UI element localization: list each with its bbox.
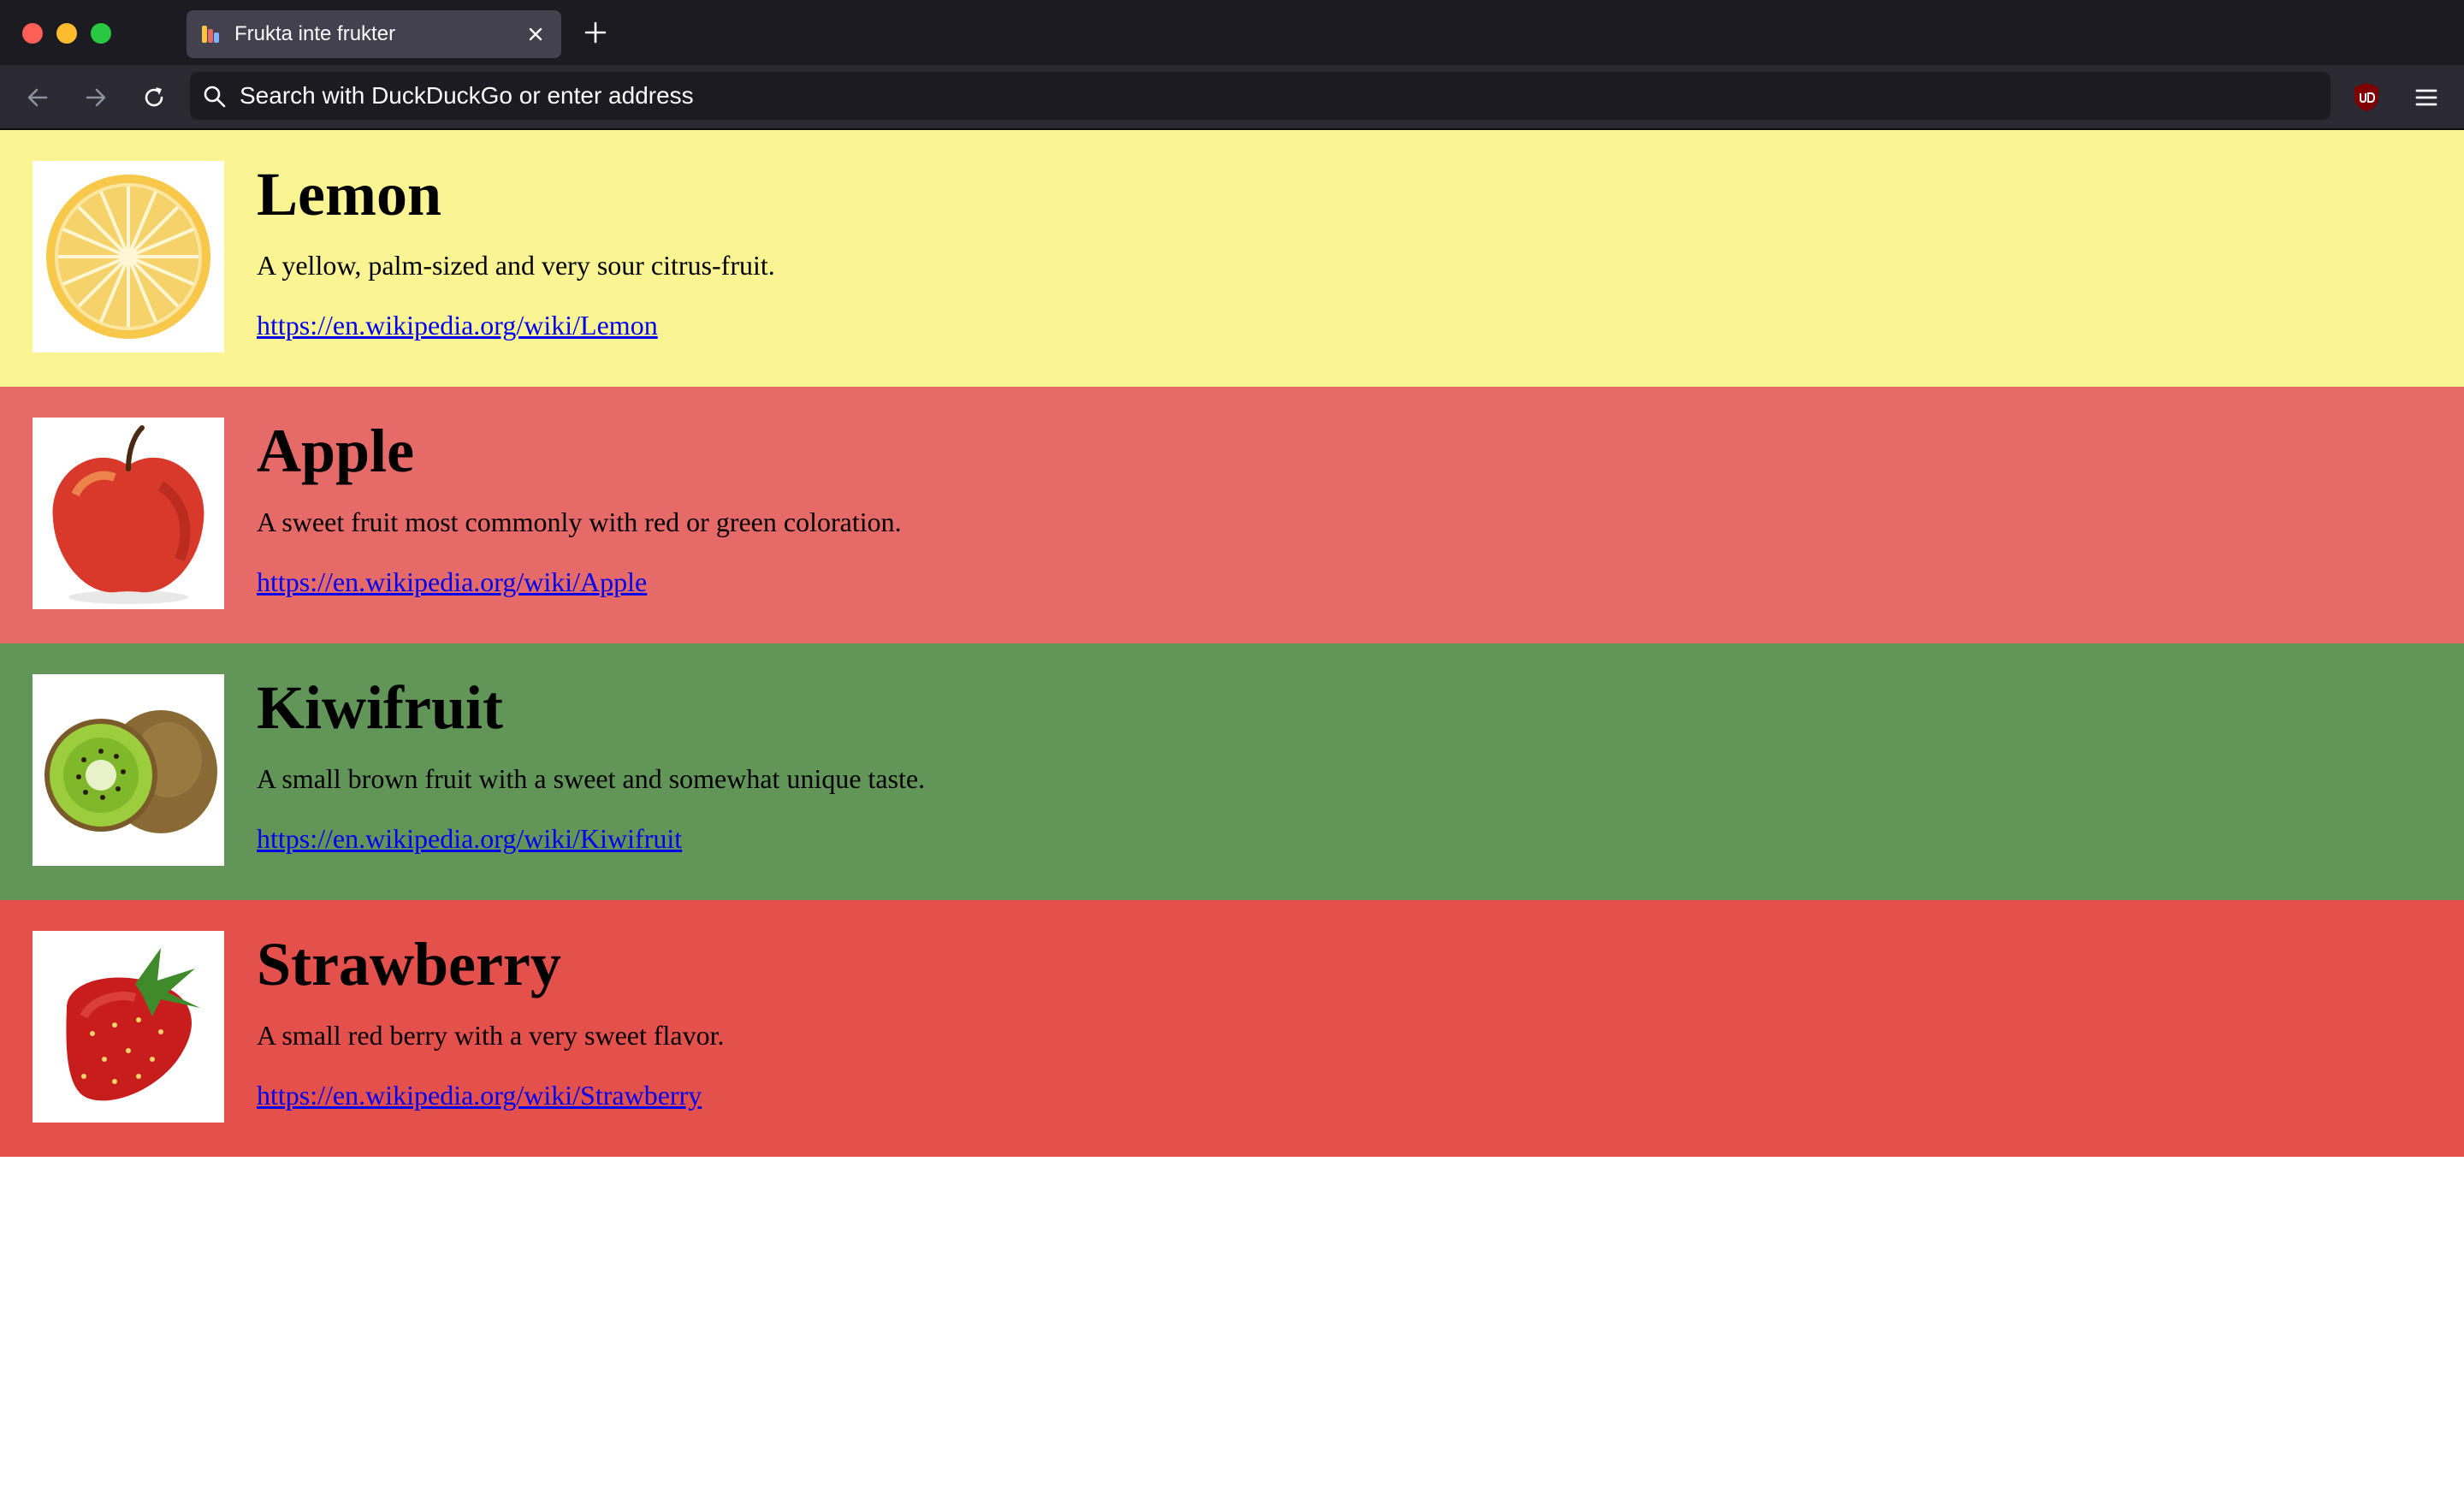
fruit-card-lemon: Lemon A yellow, palm-sized and very sour…: [0, 130, 2464, 387]
forward-icon[interactable]: [80, 82, 111, 113]
apple-image: [33, 418, 224, 609]
fruit-name: Kiwifruit: [257, 673, 503, 742]
page-content: Lemon A yellow, palm-sized and very sour…: [0, 130, 2464, 1157]
fruit-description: A small red berry with a very sweet flav…: [257, 1020, 725, 1051]
address-bar[interactable]: Search with DuckDuckGo or enter address: [190, 72, 2331, 120]
ublock-origin-icon[interactable]: [2351, 80, 2382, 113]
fruit-description: A small brown fruit with a sweet and som…: [257, 763, 926, 794]
fruit-description: A sweet fruit most commonly with red or …: [257, 507, 902, 537]
close-window-button[interactable]: [22, 23, 43, 44]
favicon-icon: [202, 26, 219, 43]
fruit-name: Apple: [257, 417, 415, 485]
kiwifruit-image: [33, 674, 224, 866]
browser-tab[interactable]: Frukta inte frukter: [187, 10, 561, 58]
minimize-window-button[interactable]: [56, 23, 77, 44]
fruit-name: Strawberry: [257, 930, 561, 998]
search-icon: [204, 86, 226, 108]
reload-icon[interactable]: [139, 82, 169, 113]
fruit-card-kiwifruit: Kiwifruit A small brown fruit with a swe…: [0, 643, 2464, 900]
browser-toolbar: Search with DuckDuckGo or enter address: [0, 65, 2464, 130]
fruit-wikipedia-link[interactable]: https://en.wikipedia.org/wiki/Lemon: [257, 310, 658, 341]
fruit-wikipedia-link[interactable]: https://en.wikipedia.org/wiki/Apple: [257, 566, 647, 598]
hamburger-menu-icon[interactable]: [2411, 82, 2442, 113]
fruit-wikipedia-link[interactable]: https://en.wikipedia.org/wiki/Kiwifruit: [257, 823, 682, 855]
fruit-description: A yellow, palm-sized and very sour citru…: [257, 250, 775, 281]
new-tab-icon[interactable]: [582, 19, 609, 46]
lemon-image: [33, 161, 224, 353]
fruit-wikipedia-link[interactable]: https://en.wikipedia.org/wiki/Strawberry: [257, 1080, 702, 1111]
close-tab-icon[interactable]: [522, 21, 549, 48]
back-icon[interactable]: [22, 82, 53, 113]
tab-title: Frukta inte frukter: [234, 22, 396, 45]
zoom-window-button[interactable]: [91, 23, 111, 44]
fruit-name: Lemon: [257, 160, 441, 228]
fruit-card-apple: Apple A sweet fruit most commonly with r…: [0, 387, 2464, 643]
fruit-card-strawberry: Strawberry A small red berry with a very…: [0, 900, 2464, 1157]
address-bar-placeholder: Search with DuckDuckGo or enter address: [240, 82, 694, 109]
strawberry-image: [33, 931, 224, 1123]
browser-titlebar: Frukta inte frukter: [0, 0, 2464, 65]
